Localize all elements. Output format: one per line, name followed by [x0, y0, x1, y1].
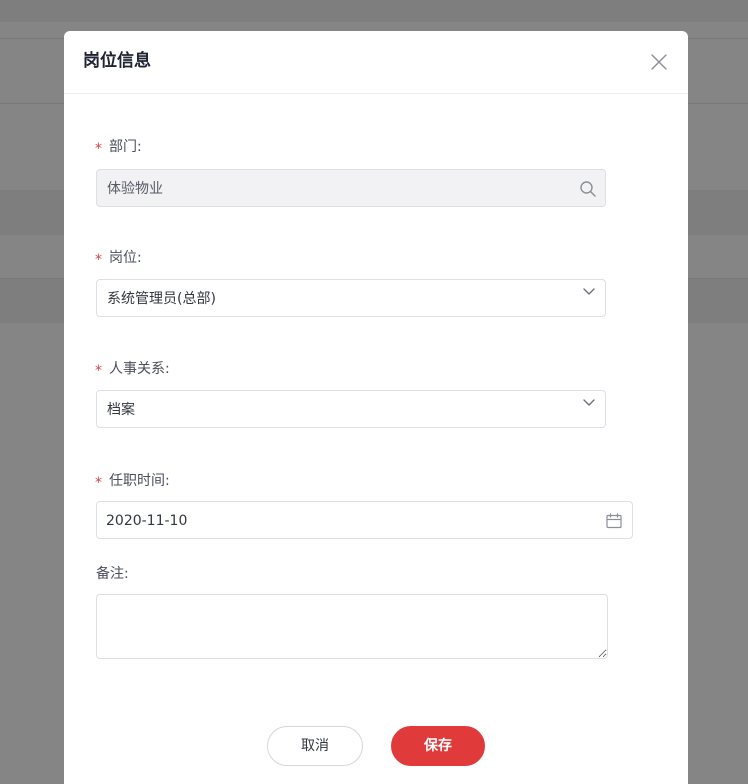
- start-date-label: * 任职时间:: [95, 473, 170, 491]
- required-mark: *: [95, 475, 102, 491]
- cancel-button[interactable]: 取消: [267, 726, 363, 766]
- remark-textarea[interactable]: [96, 594, 608, 659]
- start-date-value: 2020-11-10: [106, 513, 188, 529]
- search-icon[interactable]: [579, 180, 597, 198]
- remark-label: 备注:: [96, 566, 129, 582]
- position-select[interactable]: 系统管理员(总部): [96, 279, 606, 317]
- personnel-relation-select[interactable]: 档案: [96, 390, 606, 428]
- position-info-dialog: 岗位信息 * 部门: 体验物业 * 岗位: 系统管理员(总部) * 人事关系: …: [64, 31, 688, 784]
- personnel-relation-value: 档案: [107, 402, 135, 418]
- dialog-header: 岗位信息: [64, 31, 688, 94]
- personnel-relation-label: * 人事关系:: [95, 361, 170, 379]
- required-mark: *: [95, 363, 102, 379]
- save-button[interactable]: 保存: [391, 726, 485, 766]
- chevron-down-icon: [583, 399, 595, 406]
- dialog-title: 岗位信息: [83, 51, 151, 71]
- calendar-icon[interactable]: [605, 512, 623, 530]
- department-value: 体验物业: [107, 181, 163, 197]
- chevron-down-icon: [583, 288, 595, 295]
- position-label: * 岗位:: [95, 250, 142, 268]
- start-date-picker[interactable]: 2020-11-10: [96, 501, 633, 539]
- department-label: * 部门:: [95, 139, 142, 157]
- close-button[interactable]: [648, 51, 670, 73]
- close-icon: [651, 54, 667, 70]
- required-mark: *: [95, 141, 102, 157]
- position-value: 系统管理员(总部): [107, 291, 216, 307]
- department-field[interactable]: 体验物业: [96, 169, 606, 207]
- required-mark: *: [95, 252, 102, 268]
